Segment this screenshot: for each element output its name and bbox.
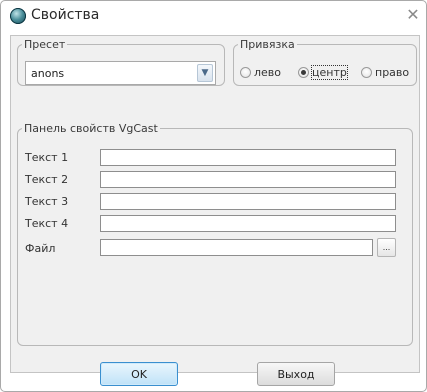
anchor-group-label: Привязка xyxy=(240,38,295,51)
radio-center-label[interactable]: центр xyxy=(311,64,348,80)
text1-label: Текст 1 xyxy=(25,151,69,164)
text3-label: Текст 3 xyxy=(25,195,69,208)
text3-input[interactable] xyxy=(100,193,396,210)
app-logo-icon xyxy=(10,8,26,24)
properties-dialog: Свойства ✕ Пресет anons ▼ Привязка лево … xyxy=(0,0,427,392)
radio-left-label[interactable]: лево xyxy=(254,66,281,79)
text2-input[interactable] xyxy=(100,171,396,188)
exit-button[interactable]: Выход xyxy=(257,362,335,386)
text2-label: Текст 2 xyxy=(25,173,69,186)
close-icon[interactable]: ✕ xyxy=(404,5,422,25)
title-bar[interactable]: Свойства ✕ xyxy=(1,1,426,35)
dialog-body: Пресет anons ▼ Привязка лево центр право… xyxy=(10,35,420,386)
window-title: Свойства xyxy=(31,7,100,23)
dropdown-arrow-icon[interactable]: ▼ xyxy=(197,64,213,82)
preset-group-label: Пресет xyxy=(24,38,66,51)
file-path-input[interactable] xyxy=(100,239,373,256)
text4-label: Текст 4 xyxy=(25,217,69,230)
preset-group: Пресет anons ▼ xyxy=(17,38,225,86)
text1-input[interactable] xyxy=(100,149,396,166)
radio-right-button[interactable] xyxy=(361,66,372,78)
text4-input[interactable] xyxy=(100,215,396,232)
anchor-group: Привязка лево центр право xyxy=(233,38,417,86)
radio-right-label[interactable]: право xyxy=(375,66,409,79)
preset-select[interactable]: anons ▼ xyxy=(25,61,216,85)
ok-button[interactable]: OK xyxy=(100,362,178,386)
radio-right[interactable]: право xyxy=(361,64,409,80)
radio-left-button[interactable] xyxy=(240,66,251,78)
radio-left[interactable]: лево xyxy=(240,64,281,80)
file-label: Файл xyxy=(25,242,56,255)
radio-center-button[interactable] xyxy=(298,66,309,78)
radio-center[interactable]: центр xyxy=(298,64,348,80)
vgcast-properties-group: Панель свойств VgCast Текст 1 Текст 2 Те… xyxy=(17,122,413,346)
preset-selected-value: anons xyxy=(31,67,65,80)
vgcast-group-label: Панель свойств VgCast xyxy=(24,122,158,135)
browse-file-button[interactable]: ... xyxy=(377,238,396,257)
